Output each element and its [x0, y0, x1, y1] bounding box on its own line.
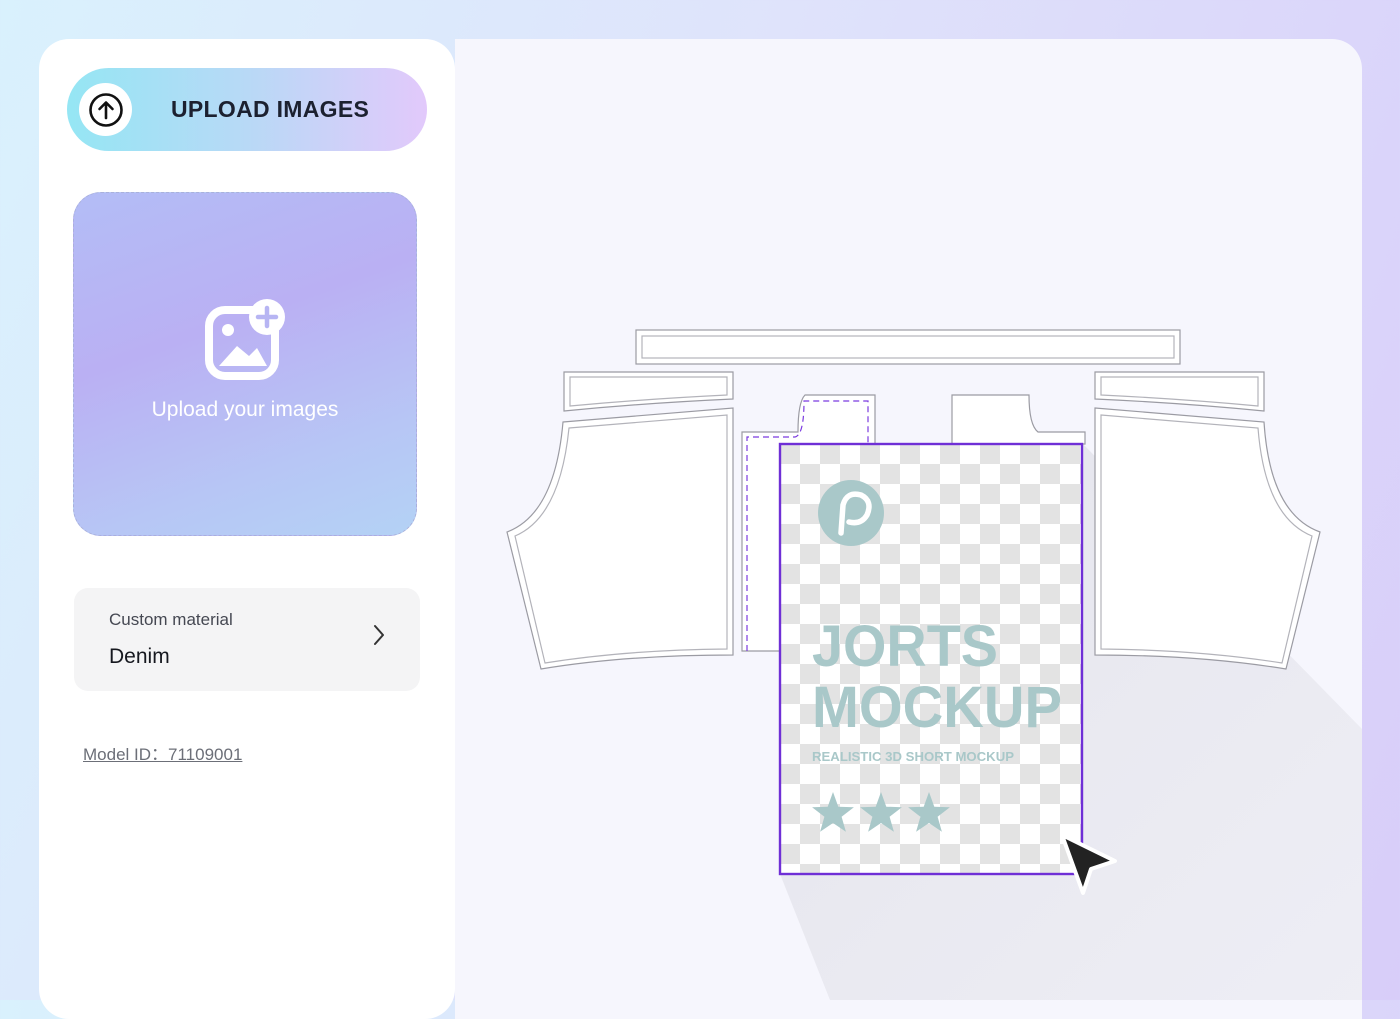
material-value: Denim	[109, 645, 170, 668]
mockup-canvas[interactable]: JORTS MOCKUP REALISTIC 3D SHORT MOCKUP	[455, 39, 1362, 1019]
artwork-subtitle: REALISTIC 3D SHORT MOCKUP	[812, 749, 1014, 764]
custom-material-selector[interactable]: Custom material Denim	[74, 588, 420, 691]
material-label: Custom material	[109, 610, 233, 629]
upload-images-label: UPLOAD IMAGES	[171, 96, 370, 122]
upload-images-button[interactable]: UPLOAD IMAGES	[67, 68, 427, 151]
brand-logo-icon	[818, 480, 884, 546]
arrow-up-circle-icon	[79, 83, 132, 136]
chevron-right-icon	[370, 622, 388, 653]
artwork-title-line2: MOCKUP	[812, 675, 1062, 740]
model-id-link[interactable]: Model ID：71109001	[83, 740, 242, 765]
sidebar: UPLOAD IMAGES Upload your images Custom …	[39, 39, 455, 1019]
upload-dropzone[interactable]: Upload your images	[73, 192, 417, 536]
image-add-icon	[205, 298, 287, 385]
artwork-title-line1: JORTS	[812, 614, 998, 679]
artwork-layer[interactable]: JORTS MOCKUP REALISTIC 3D SHORT MOCKUP	[778, 442, 1084, 876]
upload-dropzone-text: Upload your images	[151, 398, 339, 421]
